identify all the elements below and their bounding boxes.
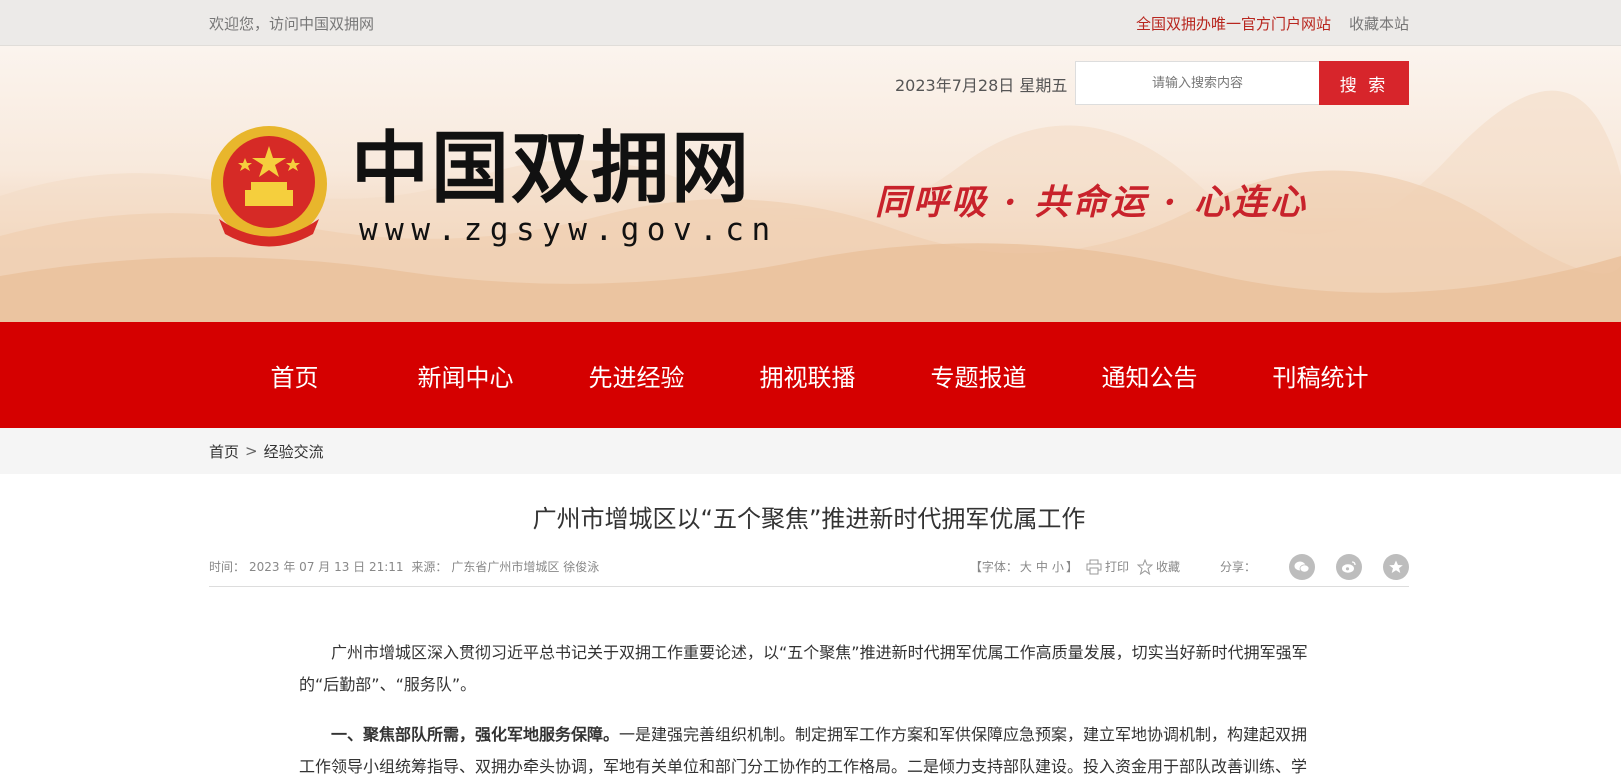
nav-item-news[interactable]: 新闻中心	[380, 358, 551, 393]
font-medium-button[interactable]: 中	[1036, 560, 1048, 574]
printer-icon	[1086, 559, 1102, 574]
font-size-label: 【字体：	[969, 560, 1018, 574]
site-header: 2023年7月28日 星期五 搜 索 中国双拥网 www.zgsyw.gov.c…	[0, 46, 1621, 322]
share-label: 分享：	[1219, 560, 1256, 574]
site-url: www.zgsyw.gov.cn	[359, 212, 778, 248]
favorite-share-icon[interactable]	[1383, 553, 1409, 580]
source-value: 广东省广州市增城区 徐俊泳	[451, 560, 600, 574]
collect-label: 收藏	[1155, 560, 1180, 574]
print-label: 打印	[1104, 560, 1129, 574]
time-label: 时间：	[209, 560, 246, 574]
section-heading: 一、聚焦部队所需，强化军地服务保障。	[331, 725, 620, 744]
article: 广州市增城区以“五个聚焦”推进新时代拥军优属工作 时间： 2023 年 07 月 …	[209, 499, 1409, 776]
search-box: 搜 索	[1075, 61, 1409, 105]
slogan: 同呼吸 · 共命运 · 心连心	[875, 182, 1309, 223]
article-paragraph: 一、聚焦部队所需，强化军地服务保障。一是建强完善组织机制。制定拥军工作方案和军供…	[299, 719, 1319, 776]
article-body: 广州市增城区深入贯彻习近平总书记关于双拥工作重要论述，以“五个聚焦”推进新时代拥…	[299, 637, 1319, 776]
nav-item-experience[interactable]: 先进经验	[551, 358, 722, 393]
weibo-share-icon[interactable]	[1336, 553, 1362, 580]
collect-button[interactable]: 收藏	[1136, 558, 1180, 575]
breadcrumb-separator: >	[245, 442, 258, 460]
main-nav: 首页 新闻中心 先进经验 拥视联播 专题报道 通知公告 刊稿统计	[0, 322, 1621, 428]
search-button[interactable]: 搜 索	[1319, 61, 1409, 105]
time-value: 2023 年 07 月 13 日 21:11	[249, 560, 404, 574]
font-large-button[interactable]: 大	[1020, 560, 1032, 574]
top-bar: 欢迎您，访问中国双拥网 全国双拥办唯一官方门户网站 收藏本站	[0, 0, 1621, 46]
nav-item-stats[interactable]: 刊稿统计	[1235, 358, 1406, 393]
font-small-button[interactable]: 小	[1052, 560, 1064, 574]
national-emblem-icon	[211, 126, 327, 247]
source-label: 来源：	[411, 560, 448, 574]
star-icon	[1136, 558, 1153, 575]
site-name-logo: 中国双拥网	[351, 124, 752, 214]
nav-item-video[interactable]: 拥视联播	[722, 358, 893, 393]
search-input[interactable]	[1075, 61, 1319, 105]
bookmark-site-link[interactable]: 收藏本站	[1349, 13, 1409, 34]
nav-item-notice[interactable]: 通知公告	[1064, 358, 1235, 393]
print-button[interactable]: 打印	[1086, 558, 1129, 575]
font-size-close: 】	[1065, 560, 1078, 574]
article-meta: 时间： 2023 年 07 月 13 日 21:11 来源： 广东省广州市增城区 徐…	[209, 551, 1409, 587]
nav-item-special[interactable]: 专题报道	[893, 358, 1064, 393]
font-size-control: 【字体：大中小】	[970, 558, 1078, 575]
article-title: 广州市增城区以“五个聚焦”推进新时代拥军优属工作	[532, 505, 1086, 533]
official-portal-link[interactable]: 全国双拥办唯一官方门户网站	[1136, 13, 1331, 34]
current-date: 2023年7月28日 星期五	[895, 76, 1068, 95]
wechat-share-icon[interactable]	[1289, 553, 1315, 580]
article-paragraph: 广州市增城区深入贯彻习近平总书记关于双拥工作重要论述，以“五个聚焦”推进新时代拥…	[299, 643, 1308, 694]
breadcrumb-current[interactable]: 经验交流	[264, 441, 324, 462]
nav-item-home[interactable]: 首页	[209, 358, 380, 393]
breadcrumb: 首页 > 经验交流	[0, 428, 1621, 474]
welcome-text: 欢迎您，访问中国双拥网	[209, 14, 375, 33]
breadcrumb-home[interactable]: 首页	[209, 441, 239, 462]
